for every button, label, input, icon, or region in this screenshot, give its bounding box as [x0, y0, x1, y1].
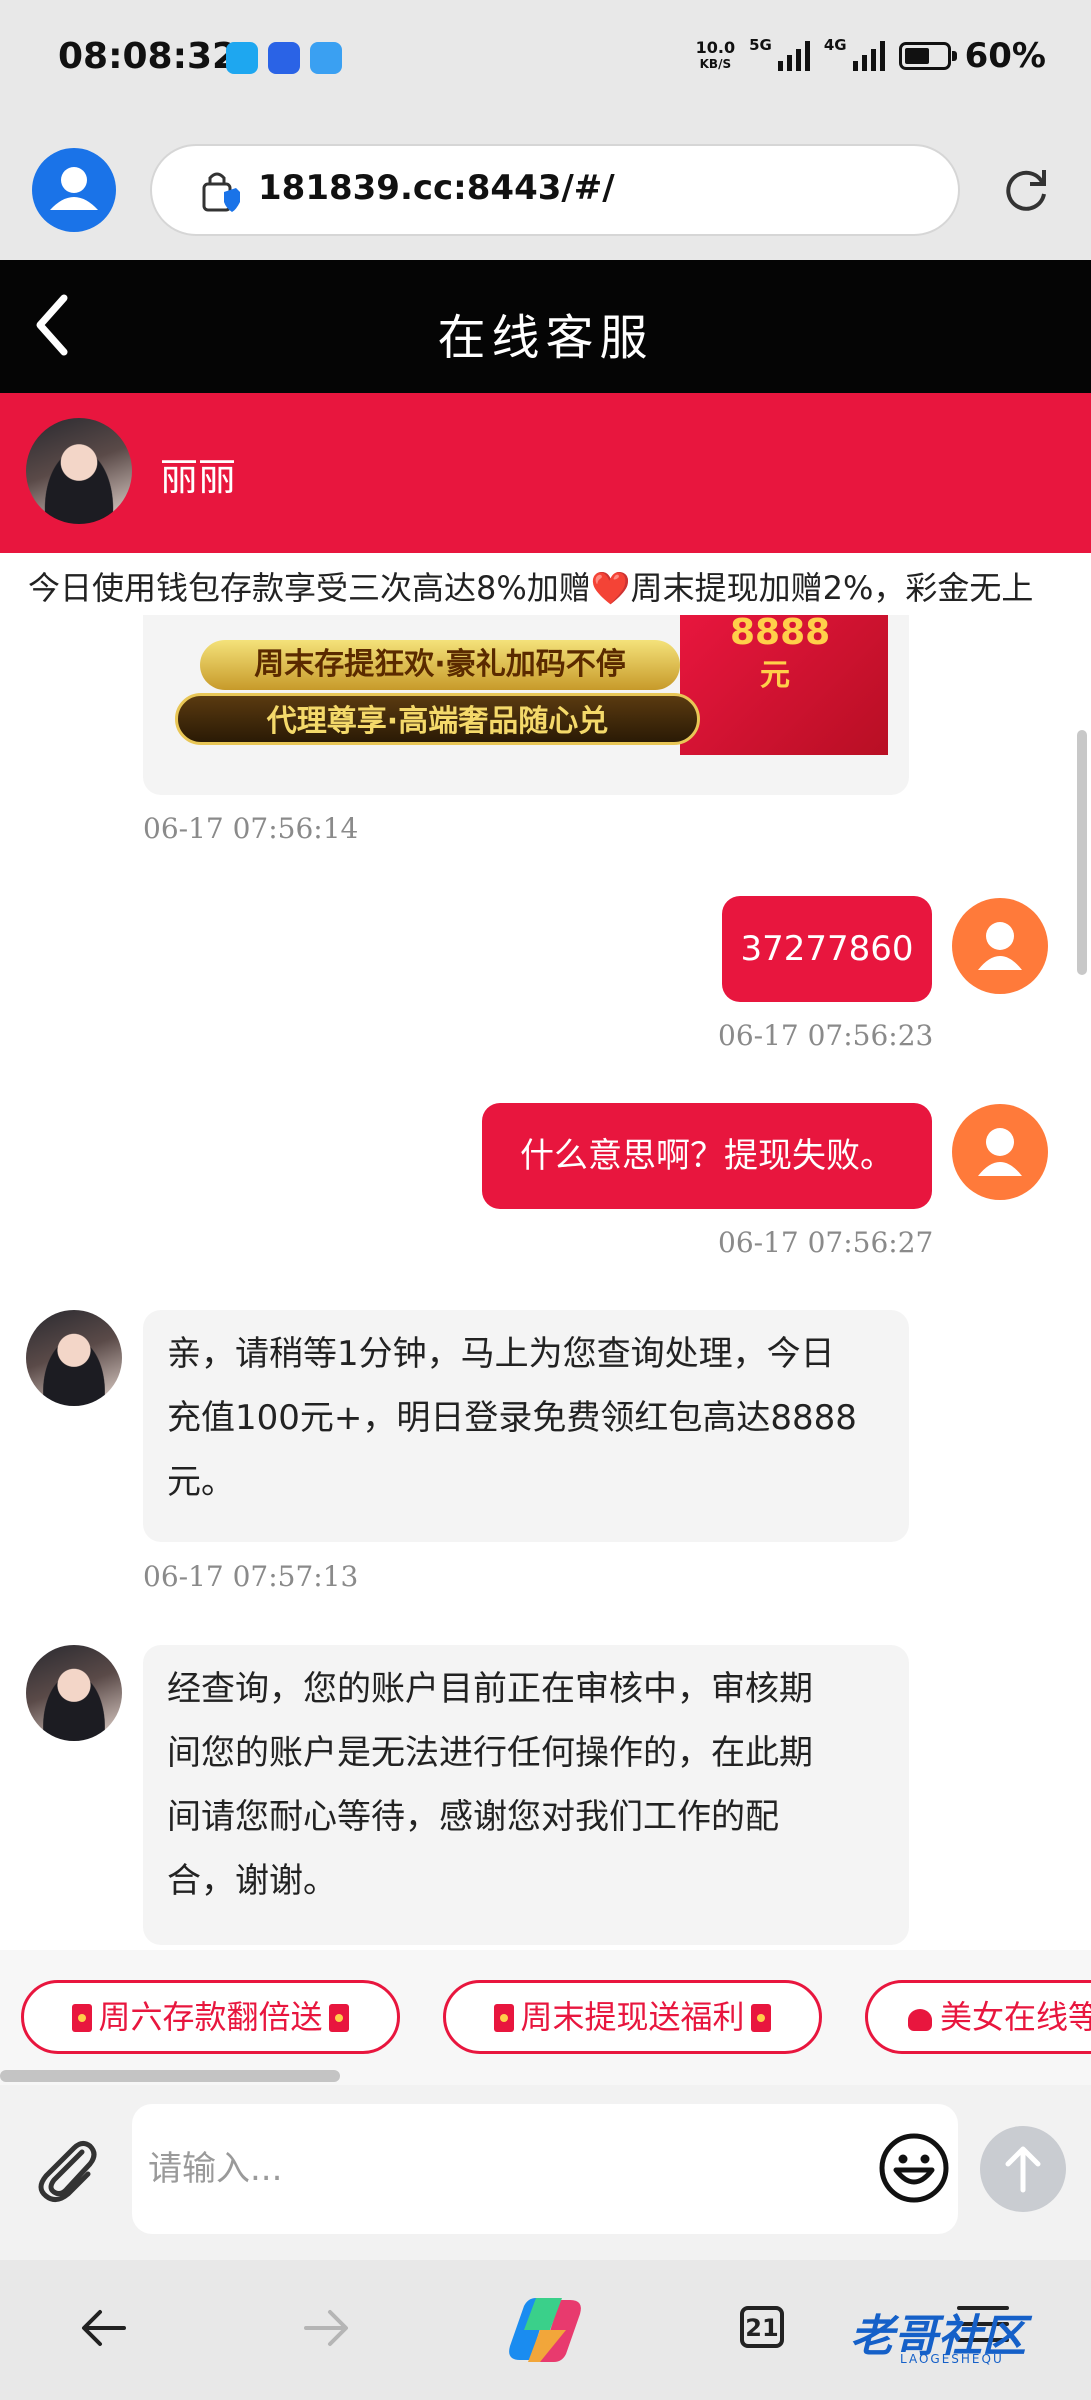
- chip-label: 美女在线等: [940, 1998, 1091, 2036]
- agent-avatar[interactable]: [26, 418, 132, 524]
- quick-reply-chip[interactable]: 周末提现送福利: [443, 1980, 822, 2054]
- user-icon: [978, 1128, 1022, 1176]
- attach-icon[interactable]: [30, 2132, 104, 2206]
- url-text[interactable]: 181839.cc:8443/#/: [258, 168, 615, 208]
- banner-line-2: 代理尊享·高端奢品随心兑: [175, 693, 700, 745]
- watermark-sub: LAOGESHEQU: [900, 2352, 1004, 2366]
- red-envelope-icon: [72, 2004, 93, 2032]
- send-button[interactable]: [980, 2126, 1066, 2212]
- message-line: 间请您耐心等待，感谢您对我们工作的配: [167, 1797, 779, 1837]
- message-line: 经查询，您的账户目前正在审核中，审核期: [167, 1669, 813, 1709]
- message-timestamp: 06-17 07:57:13: [143, 1560, 359, 1593]
- baidu-icon: [268, 42, 300, 74]
- battery-fill: [904, 48, 929, 64]
- signal-4g-icon: [852, 41, 885, 71]
- emoji-icon[interactable]: [878, 2132, 950, 2204]
- banner-line-1: 周末存提狂欢·豪礼加码不停: [200, 640, 680, 690]
- battery-icon: [898, 42, 957, 70]
- bikini-icon: [908, 2009, 932, 2031]
- chip-label: 周末提现送福利: [520, 1998, 745, 2036]
- message-line: 充值100元+，明日登录免费领红包高达8888: [167, 1398, 857, 1438]
- tab-count-button[interactable]: 21: [740, 2306, 784, 2348]
- agent-message-bubble[interactable]: 经查询，您的账户目前正在审核中，审核期 间您的账户是无法进行任何操作的，在此期 …: [143, 1645, 909, 1945]
- message-line: 亲，请稍等1分钟，马上为您查询处理，今日: [167, 1334, 835, 1374]
- profile-icon: [50, 167, 98, 210]
- signal-4g-label: 4G: [823, 36, 847, 54]
- chat-scrollbar[interactable]: [1077, 730, 1087, 975]
- user-avatar: [952, 1104, 1048, 1200]
- message-input[interactable]: [132, 2104, 958, 2234]
- status-right: 10.0 KB/S 5G 4G 60%: [696, 36, 1046, 76]
- reload-icon[interactable]: [998, 162, 1054, 218]
- agent-message-bubble[interactable]: 亲，请稍等1分钟，马上为您查询处理，今日 充值100元+，明日登录免费领红包高达…: [143, 1310, 909, 1542]
- message-timestamp: 06-17 07:56:27: [718, 1226, 934, 1259]
- send-arrow-icon: [1005, 2146, 1041, 2193]
- banner-unit: 元: [760, 658, 790, 693]
- chips-scrollbar[interactable]: [0, 2070, 340, 2082]
- net-speed: 10.0 KB/S: [696, 40, 735, 72]
- message-timestamp: 06-17 07:56:14: [143, 812, 359, 845]
- copilot-icon[interactable]: [500, 2290, 590, 2370]
- user-icon: [978, 922, 1022, 970]
- nav-forward-icon[interactable]: [300, 2306, 352, 2350]
- chip-label: 周六存款翻倍送: [98, 1998, 323, 2036]
- message-timestamp: 06-17 07:56:23: [718, 1019, 934, 1052]
- signal-5g-icon: [777, 41, 810, 71]
- wifi-calling-icon: [226, 42, 258, 74]
- quick-reply-chip[interactable]: 周六存款翻倍送: [21, 1980, 400, 2054]
- weather-icon: [310, 42, 342, 74]
- signal-5g-label: 5G: [749, 36, 772, 54]
- agent-avatar[interactable]: [26, 1310, 122, 1406]
- lock-icon[interactable]: [200, 168, 244, 214]
- profile-button[interactable]: [32, 148, 116, 232]
- agent-avatar[interactable]: [26, 1645, 122, 1741]
- status-time: 08:08:32: [58, 36, 238, 77]
- red-envelope-icon: [494, 2004, 515, 2032]
- net-speed-unit: KB/S: [699, 57, 732, 71]
- agent-name: 丽丽: [160, 455, 237, 499]
- quick-reply-chip[interactable]: 美女在线等: [865, 1980, 1091, 2054]
- marquee-text: 今日使用钱包存款享受三次高达8%加赠❤️周末提现加赠2%，彩金无上: [28, 569, 1034, 607]
- banner-amount: 8888: [730, 612, 831, 653]
- red-envelope-icon: [328, 2004, 349, 2032]
- message-line: 间您的账户是无法进行任何操作的，在此期: [167, 1733, 813, 1773]
- message-line: 合，谢谢。: [167, 1861, 337, 1901]
- user-avatar: [952, 898, 1048, 994]
- message-line: 元。: [167, 1462, 235, 1502]
- battery-text: 60%: [964, 36, 1046, 76]
- red-envelope-icon: [750, 2004, 771, 2032]
- user-message-bubble[interactable]: 什么意思啊？提现失败。: [482, 1103, 932, 1209]
- net-speed-value: 10.0: [695, 38, 736, 57]
- user-message-bubble[interactable]: 37277860: [722, 896, 932, 1002]
- nav-back-icon[interactable]: [78, 2306, 130, 2350]
- page-title: 在线客服: [437, 310, 654, 366]
